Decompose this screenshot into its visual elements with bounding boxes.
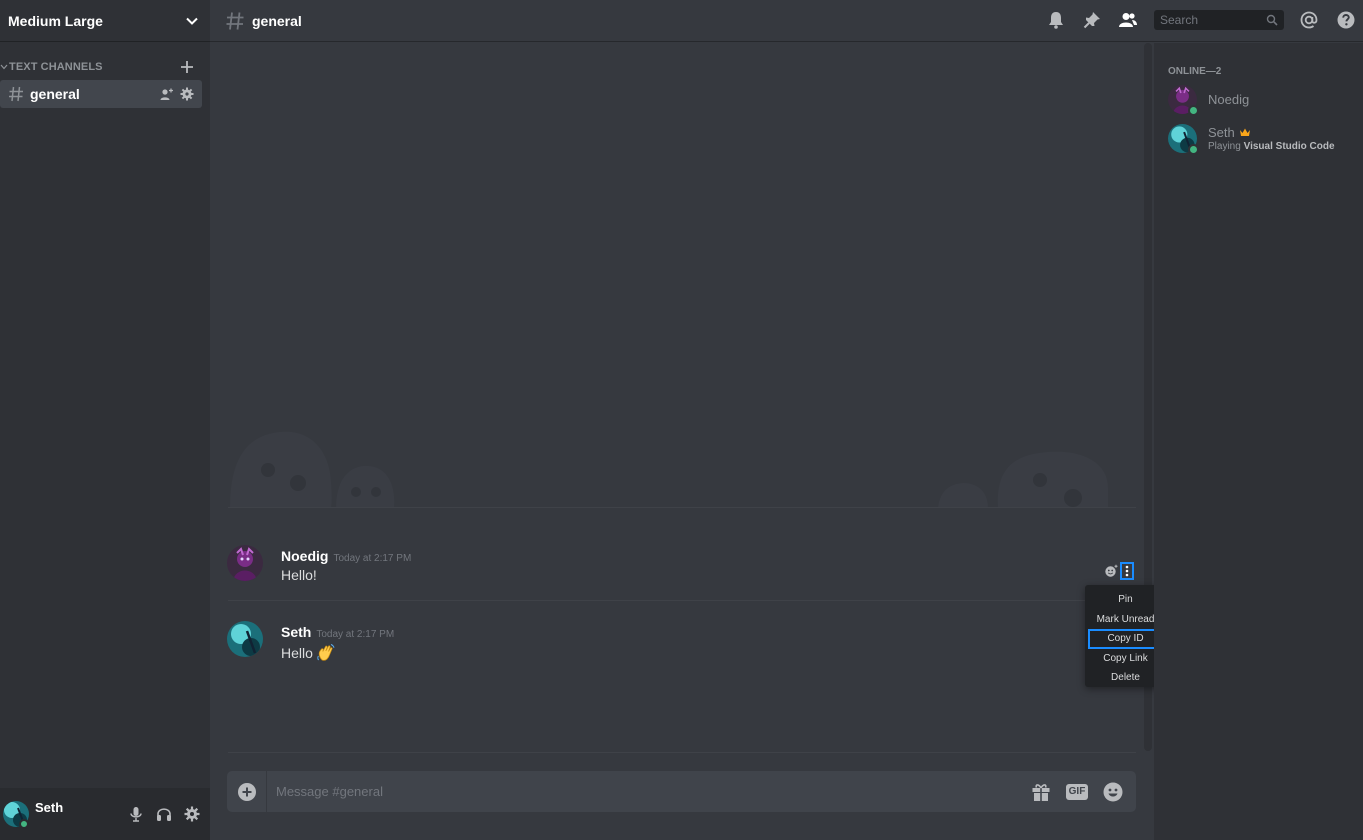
microphone-icon[interactable] [128,806,144,822]
search-placeholder: Search [1160,13,1199,27]
gif-button[interactable]: GIF [1066,783,1088,800]
user-controls [128,806,200,822]
server-name: Medium Large [8,12,103,29]
empty-channel-illustration [230,431,1108,508]
member-item-noedig[interactable]: Noedig [1168,84,1358,116]
member-info: Noedig [1208,92,1249,107]
search-input[interactable]: Search [1154,10,1284,30]
activity-name: Visual Studio Code [1243,140,1335,152]
message-text: Hello [281,645,313,661]
message-actions [1104,562,1134,580]
message-input[interactable] [267,771,1030,812]
channel-sidebar: Medium Large TEXT CHANNELS general Seth [0,0,210,840]
chevron-down-icon [186,17,198,25]
gear-icon[interactable] [180,87,194,101]
hash-icon [226,11,244,30]
upload-button[interactable] [227,771,267,812]
noedig-avatar-image [227,545,263,581]
category-text-channels[interactable]: TEXT CHANNELS [0,59,210,75]
search-icon [1266,14,1278,26]
gift-icon[interactable] [1030,781,1052,803]
member-item-seth[interactable]: Seth Playing Visual Studio Code [1168,123,1358,155]
message-item[interactable]: Noedig Today at 2:17 PM Hello! [227,545,1137,590]
message-composer: GIF [227,771,1136,812]
menu-item-pin[interactable]: Pin [1088,590,1163,610]
help-icon[interactable] [1336,10,1356,30]
avatar [1168,84,1199,116]
menu-item-copy-link[interactable]: Copy Link [1088,649,1163,669]
member-name-text: Seth [1208,124,1235,140]
pin-icon[interactable] [1082,10,1102,30]
category-header: TEXT CHANNELS [0,61,103,73]
message-timestamp: Today at 2:17 PM [333,553,412,564]
message-content: Hello [281,643,336,663]
member-info: Seth Playing Visual Studio Code [1208,125,1335,152]
crown-icon [1239,128,1250,136]
channel-actions [160,87,194,101]
message-text: Hello! [281,567,317,583]
emoji-icon[interactable] [1102,781,1124,803]
channel-item-main: general [8,86,80,102]
hash-icon [9,86,23,102]
channel-header: general Search [210,0,1363,42]
menu-item-copy-id[interactable]: Copy ID [1088,629,1163,649]
avatar[interactable] [227,621,263,657]
menu-item-delete[interactable]: Delete [1088,668,1163,688]
composer-actions: GIF [1030,781,1136,803]
activity-prefix: Playing [1208,140,1241,152]
message-item[interactable]: Seth Today at 2:17 PM Hello [227,621,1137,666]
message-author[interactable]: Noedig [281,548,328,564]
member-name: Noedig [1208,92,1249,107]
message-content: Hello! [281,567,317,583]
members-icon[interactable] [1118,10,1138,30]
message-timestamp: Today at 2:17 PM [316,629,395,640]
waving-hand-emoji-icon[interactable] [316,643,336,663]
user-name: Seth [35,799,64,815]
online-status-dot [19,819,29,829]
member-list: ONLINE—2 Noedig Seth Playing Visual Stud… [1154,43,1363,840]
mention-icon[interactable] [1299,10,1319,30]
composer-divider [228,752,1136,753]
invite-icon[interactable] [160,87,174,101]
header-right-actions [1299,10,1356,30]
member-activity: Playing Visual Studio Code [1208,141,1335,152]
avatar[interactable] [0,798,32,830]
message-header: Seth Today at 2:17 PM [281,624,394,640]
add-channel-icon[interactable] [180,60,194,74]
more-vertical-icon [1125,565,1129,577]
menu-item-mark-unread[interactable]: Mark Unread [1088,610,1163,630]
add-reaction-icon[interactable] [1104,564,1118,578]
settings-gear-icon[interactable] [184,806,200,822]
messages-start-divider [228,507,1136,508]
message-divider [228,600,1136,601]
online-status-dot [1188,143,1199,155]
chat-area: Noedig Today at 2:17 PM Hello! Seth Today … [210,43,1166,840]
plus-circle-icon [237,782,256,801]
member-category: ONLINE—2 [1168,66,1222,77]
more-options-button[interactable] [1120,562,1134,580]
avatar [1168,123,1199,155]
category-label: TEXT CHANNELS [9,61,103,73]
user-panel: Seth [0,788,210,840]
message-header: Noedig Today at 2:17 PM [281,548,411,564]
header-actions [1046,10,1154,30]
server-header[interactable]: Medium Large [0,0,210,42]
channel-item-general[interactable]: general [0,80,202,108]
channel-label: general [30,86,80,102]
member-name-text: Noedig [1208,91,1250,107]
member-name: Seth [1208,125,1335,140]
chevron-down-icon [0,64,8,70]
headphones-icon[interactable] [156,806,172,822]
channel-title: general [252,12,302,29]
online-status-dot [1188,104,1199,116]
bell-icon[interactable] [1046,10,1066,30]
message-author[interactable]: Seth [281,624,311,640]
seth-avatar-image [227,621,263,657]
avatar[interactable] [227,545,263,581]
